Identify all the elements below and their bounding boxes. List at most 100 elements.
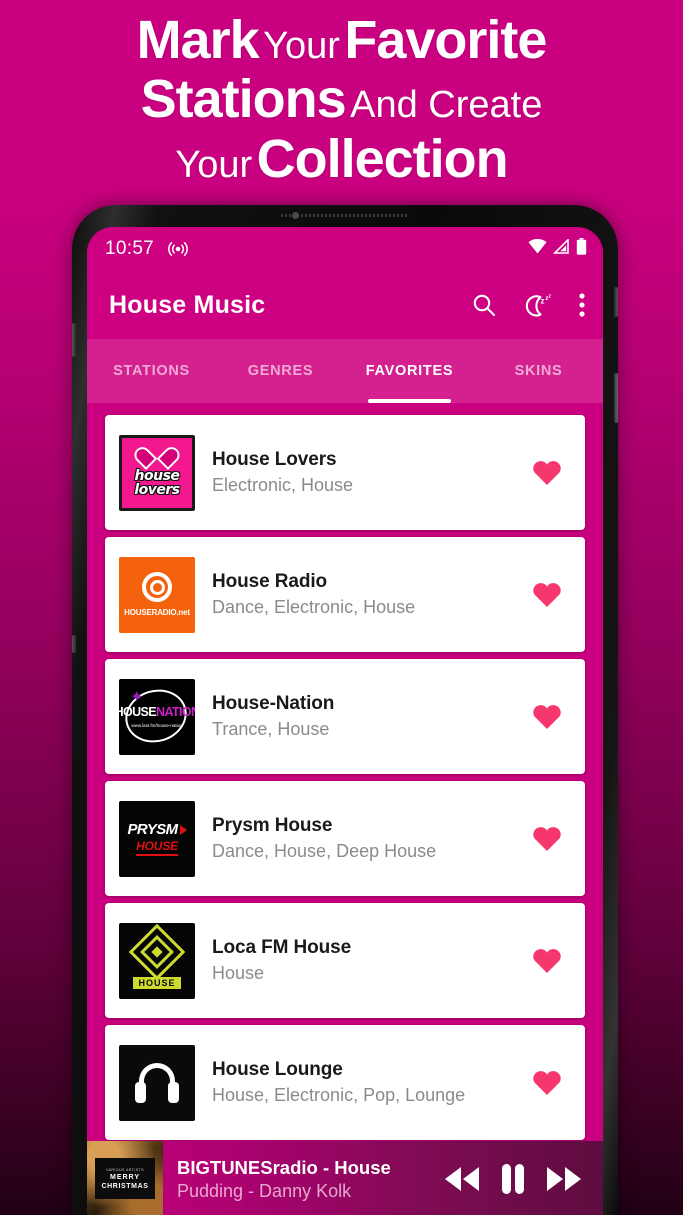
station-name: Loca FM House [212,937,352,958]
album-artwork: VARIOUS ARTISTS MERRY CHRISTMAS [87,1141,163,1215]
station-name: House-Nation [212,693,335,714]
phone-mockup: 10:57 House Music z z z STATIONS GENRES … [72,205,618,1215]
heart-logo-shape [146,448,168,468]
station-logo-house-nation: ✦ HOUSENATION www.last.fm/house-nation [119,678,195,755]
station-list-item[interactable]: PRYSM HOUSE Prysm House Dance, House, De… [105,781,585,896]
side-button[interactable] [614,373,618,423]
assistant-button[interactable] [72,635,76,653]
station-logo-house-radio: HOUSERADIO.net [119,556,195,633]
album-artwork-label: VARIOUS ARTISTS MERRY CHRISTMAS [95,1158,155,1199]
favorite-heart-icon[interactable] [525,581,569,608]
station-genres: Electronic, House [212,475,354,495]
wifi-icon [528,238,547,259]
station-logo-text: PRYSM [127,821,187,838]
station-list-item[interactable]: ✦ HOUSENATION www.last.fm/house-nation H… [105,659,585,774]
earpiece-speaker [281,214,409,217]
headphones-earcup-left [135,1081,146,1103]
station-logo-loca-fm-house: HOUSE [119,922,195,999]
station-name: House Lounge [212,1059,343,1080]
promo-headline: Mark Your Favorite Stations And Create Y… [0,0,683,200]
signal-icon [552,237,570,259]
album-artists-label: VARIOUS ARTISTS [106,1167,144,1172]
headline-phrase-and-create: And Create [350,84,543,127]
diamond-logo-shape [128,923,186,981]
favorite-heart-icon[interactable] [525,947,569,974]
now-playing-track: Pudding - Danny Kolk [177,1180,352,1201]
headline-word-stations: Stations [140,69,347,130]
headphones-earcup-right [168,1081,179,1103]
tab-bar: STATIONS GENRES FAVORITES SKINS [87,339,603,403]
station-name: House Radio [212,571,328,592]
overflow-menu-icon[interactable] [579,292,585,318]
page-title: House Music [109,290,266,319]
station-logo-text-2: lovers [134,482,180,498]
power-button[interactable] [614,287,618,317]
star-logo-shape: ✦ [130,688,144,706]
headline-line-1: Mark Your Favorite [136,10,548,71]
app-bar: House Music z z z [87,271,603,339]
svg-text:z: z [541,297,545,306]
rewind-icon[interactable] [441,1163,483,1195]
favorite-heart-icon[interactable] [525,1069,569,1096]
headline-word-your: Your [263,25,340,68]
station-logo-text-main: PRYSM [127,821,178,838]
station-logo-text: HOUSERADIO.net [124,608,190,617]
favorite-heart-icon[interactable] [525,825,569,852]
status-bar: 10:57 [87,227,603,271]
station-name: House Lovers [212,449,337,470]
headline-word-favorite: Favorite [344,10,547,71]
headline-word-your-2: Your [175,143,253,186]
station-name: Prysm House [212,815,333,836]
svg-text:z: z [548,294,551,300]
station-meta: Prysm House Dance, House, Deep House [212,815,525,862]
station-list-item[interactable]: HOUSE Loca FM House House [105,903,585,1018]
tab-stations[interactable]: STATIONS [87,339,216,403]
headline-word-mark: Mark [136,10,260,71]
now-playing-meta: BIGTUNESradio - House Pudding - Danny Ko… [177,1157,441,1202]
tab-skins[interactable]: SKINS [474,339,603,403]
pause-icon[interactable] [499,1162,527,1196]
now-playing-bar[interactable]: VARIOUS ARTISTS MERRY CHRISTMAS BIGTUNES… [87,1141,603,1215]
front-camera-sensor [292,212,299,219]
station-meta: House Lovers Electronic, House [212,449,525,496]
headline-line-2: Stations And Create [141,71,543,128]
sleep-timer-moon-icon[interactable]: z z z [523,291,553,319]
station-meta: House-Nation Trance, House [212,693,525,740]
station-logo-text-2: HOUSE [136,839,178,856]
headphones-icon [135,1062,179,1103]
station-meta: House Radio Dance, Electronic, House [212,571,525,618]
status-indicators [528,237,587,260]
now-playing-station: BIGTUNESradio - House [177,1156,391,1178]
status-time: 10:57 [105,238,155,259]
player-controls [441,1162,603,1196]
tab-favorites[interactable]: FAVORITES [345,339,474,403]
favorite-heart-icon[interactable] [525,703,569,730]
app-bar-actions: z z z [471,291,585,319]
phone-screen: 10:57 House Music z z z STATIONS GENRES … [87,227,603,1215]
station-logo-text-part-1: HOUSE [119,705,157,719]
station-list-item[interactable]: house lovers House Lovers Electronic, Ho… [105,415,585,530]
station-genres: Dance, House, Deep House [212,841,437,861]
station-logo-text: house [134,468,180,484]
station-logo-text: HOUSENATION [119,705,195,719]
search-icon[interactable] [471,292,497,318]
fast-forward-icon[interactable] [543,1163,585,1195]
station-genres: House [212,963,265,983]
station-genres: House, Electronic, Pop, Lounge [212,1085,466,1105]
station-list-item[interactable]: House Lounge House, Electronic, Pop, Lou… [105,1025,585,1140]
headline-word-collection: Collection [256,128,509,189]
album-title-line-2: CHRISTMAS [101,1182,149,1190]
tab-genres[interactable]: GENRES [216,339,345,403]
broadcast-icon [168,241,188,257]
station-logo-prysm-house: PRYSM HOUSE [119,800,195,877]
album-title-line-1: MERRY [109,1173,141,1181]
favorite-heart-icon[interactable] [525,459,569,486]
station-logo-house-lounge [119,1044,195,1121]
station-meta: House Lounge House, Electronic, Pop, Lou… [212,1059,525,1106]
volume-button[interactable] [72,323,76,357]
favorites-station-list[interactable]: house lovers House Lovers Electronic, Ho… [87,403,603,1215]
station-logo-house-lovers: house lovers [119,434,195,511]
station-logo-url: www.last.fm/house-nation [131,723,183,728]
station-list-item[interactable]: HOUSERADIO.net House Radio Dance, Electr… [105,537,585,652]
headline-line-3: Your Collection [175,128,509,189]
